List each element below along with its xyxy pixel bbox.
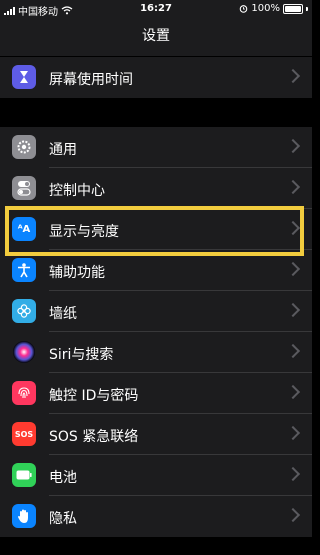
chevron-right-icon: [285, 302, 301, 318]
settings-item-control-center[interactable]: 控制中心: [0, 168, 312, 209]
settings-item-label: 屏幕使用时间: [49, 72, 133, 88]
chevron-right-icon: [285, 343, 301, 359]
siri-icon: [12, 340, 36, 364]
chevron-right-icon: [285, 384, 301, 400]
chevron-right-icon: [285, 466, 301, 482]
status-right: 100%: [239, 3, 308, 14]
settings-item-label: 隐私: [49, 511, 77, 527]
battery-icon: [283, 3, 303, 14]
hand-icon: [12, 504, 36, 528]
status-bar: 中国移动 16:27 100%: [0, 0, 312, 18]
settings-item-battery[interactable]: 电池: [0, 455, 312, 496]
settings-item-label: 墙纸: [49, 306, 77, 322]
settings-item-screen-time[interactable]: 屏幕使用时间: [0, 57, 312, 98]
highlight-box: [5, 206, 304, 256]
gear-icon: [12, 135, 36, 159]
navigation-bar: 设置: [0, 18, 312, 56]
settings-item-label: Siri与搜索: [49, 347, 114, 363]
sos-icon: SOS: [12, 422, 36, 446]
chevron-right-icon: [285, 179, 301, 195]
toggles-icon: [12, 176, 36, 200]
settings-group-screen-time: 屏幕使用时间: [0, 57, 312, 98]
chevron-right-icon: [285, 507, 301, 523]
settings-item-wallpaper[interactable]: 墙纸: [0, 291, 312, 332]
settings-item-emergency-sos[interactable]: SOS SOS 紧急联络: [0, 414, 312, 455]
chevron-right-icon: [285, 138, 301, 154]
alarm-icon: [240, 5, 248, 13]
flower-icon: [12, 299, 36, 323]
settings-item-label: 触控 ID与密码: [49, 388, 139, 404]
settings-item-general[interactable]: 通用: [0, 127, 312, 168]
settings-group-main: 通用 控制中心 ᴬA 显示与亮度 辅助功能 墙纸 Siri与搜索 触控 ID与密…: [0, 127, 312, 537]
battery-percent: 100%: [251, 3, 280, 14]
chevron-right-icon: [285, 261, 301, 277]
hourglass-icon: [12, 65, 36, 89]
settings-item-siri-search[interactable]: Siri与搜索: [0, 332, 312, 373]
settings-item-touch-id-passcode[interactable]: 触控 ID与密码: [0, 373, 312, 414]
settings-item-label: 通用: [49, 142, 77, 158]
settings-item-label: SOS 紧急联络: [49, 429, 139, 445]
page-title: 设置: [142, 28, 170, 44]
battery-cap: [306, 6, 308, 11]
accessibility-icon: [12, 258, 36, 282]
settings-item-privacy[interactable]: 隐私: [0, 496, 312, 537]
battery-icon: [12, 463, 36, 487]
settings-item-label: 辅助功能: [49, 265, 105, 281]
fingerprint-icon: [12, 381, 36, 405]
chevron-right-icon: [285, 68, 301, 84]
chevron-right-icon: [285, 425, 301, 441]
settings-item-accessibility[interactable]: 辅助功能: [0, 250, 312, 291]
settings-item-label: 控制中心: [49, 183, 105, 199]
settings-item-label: 电池: [49, 470, 77, 486]
